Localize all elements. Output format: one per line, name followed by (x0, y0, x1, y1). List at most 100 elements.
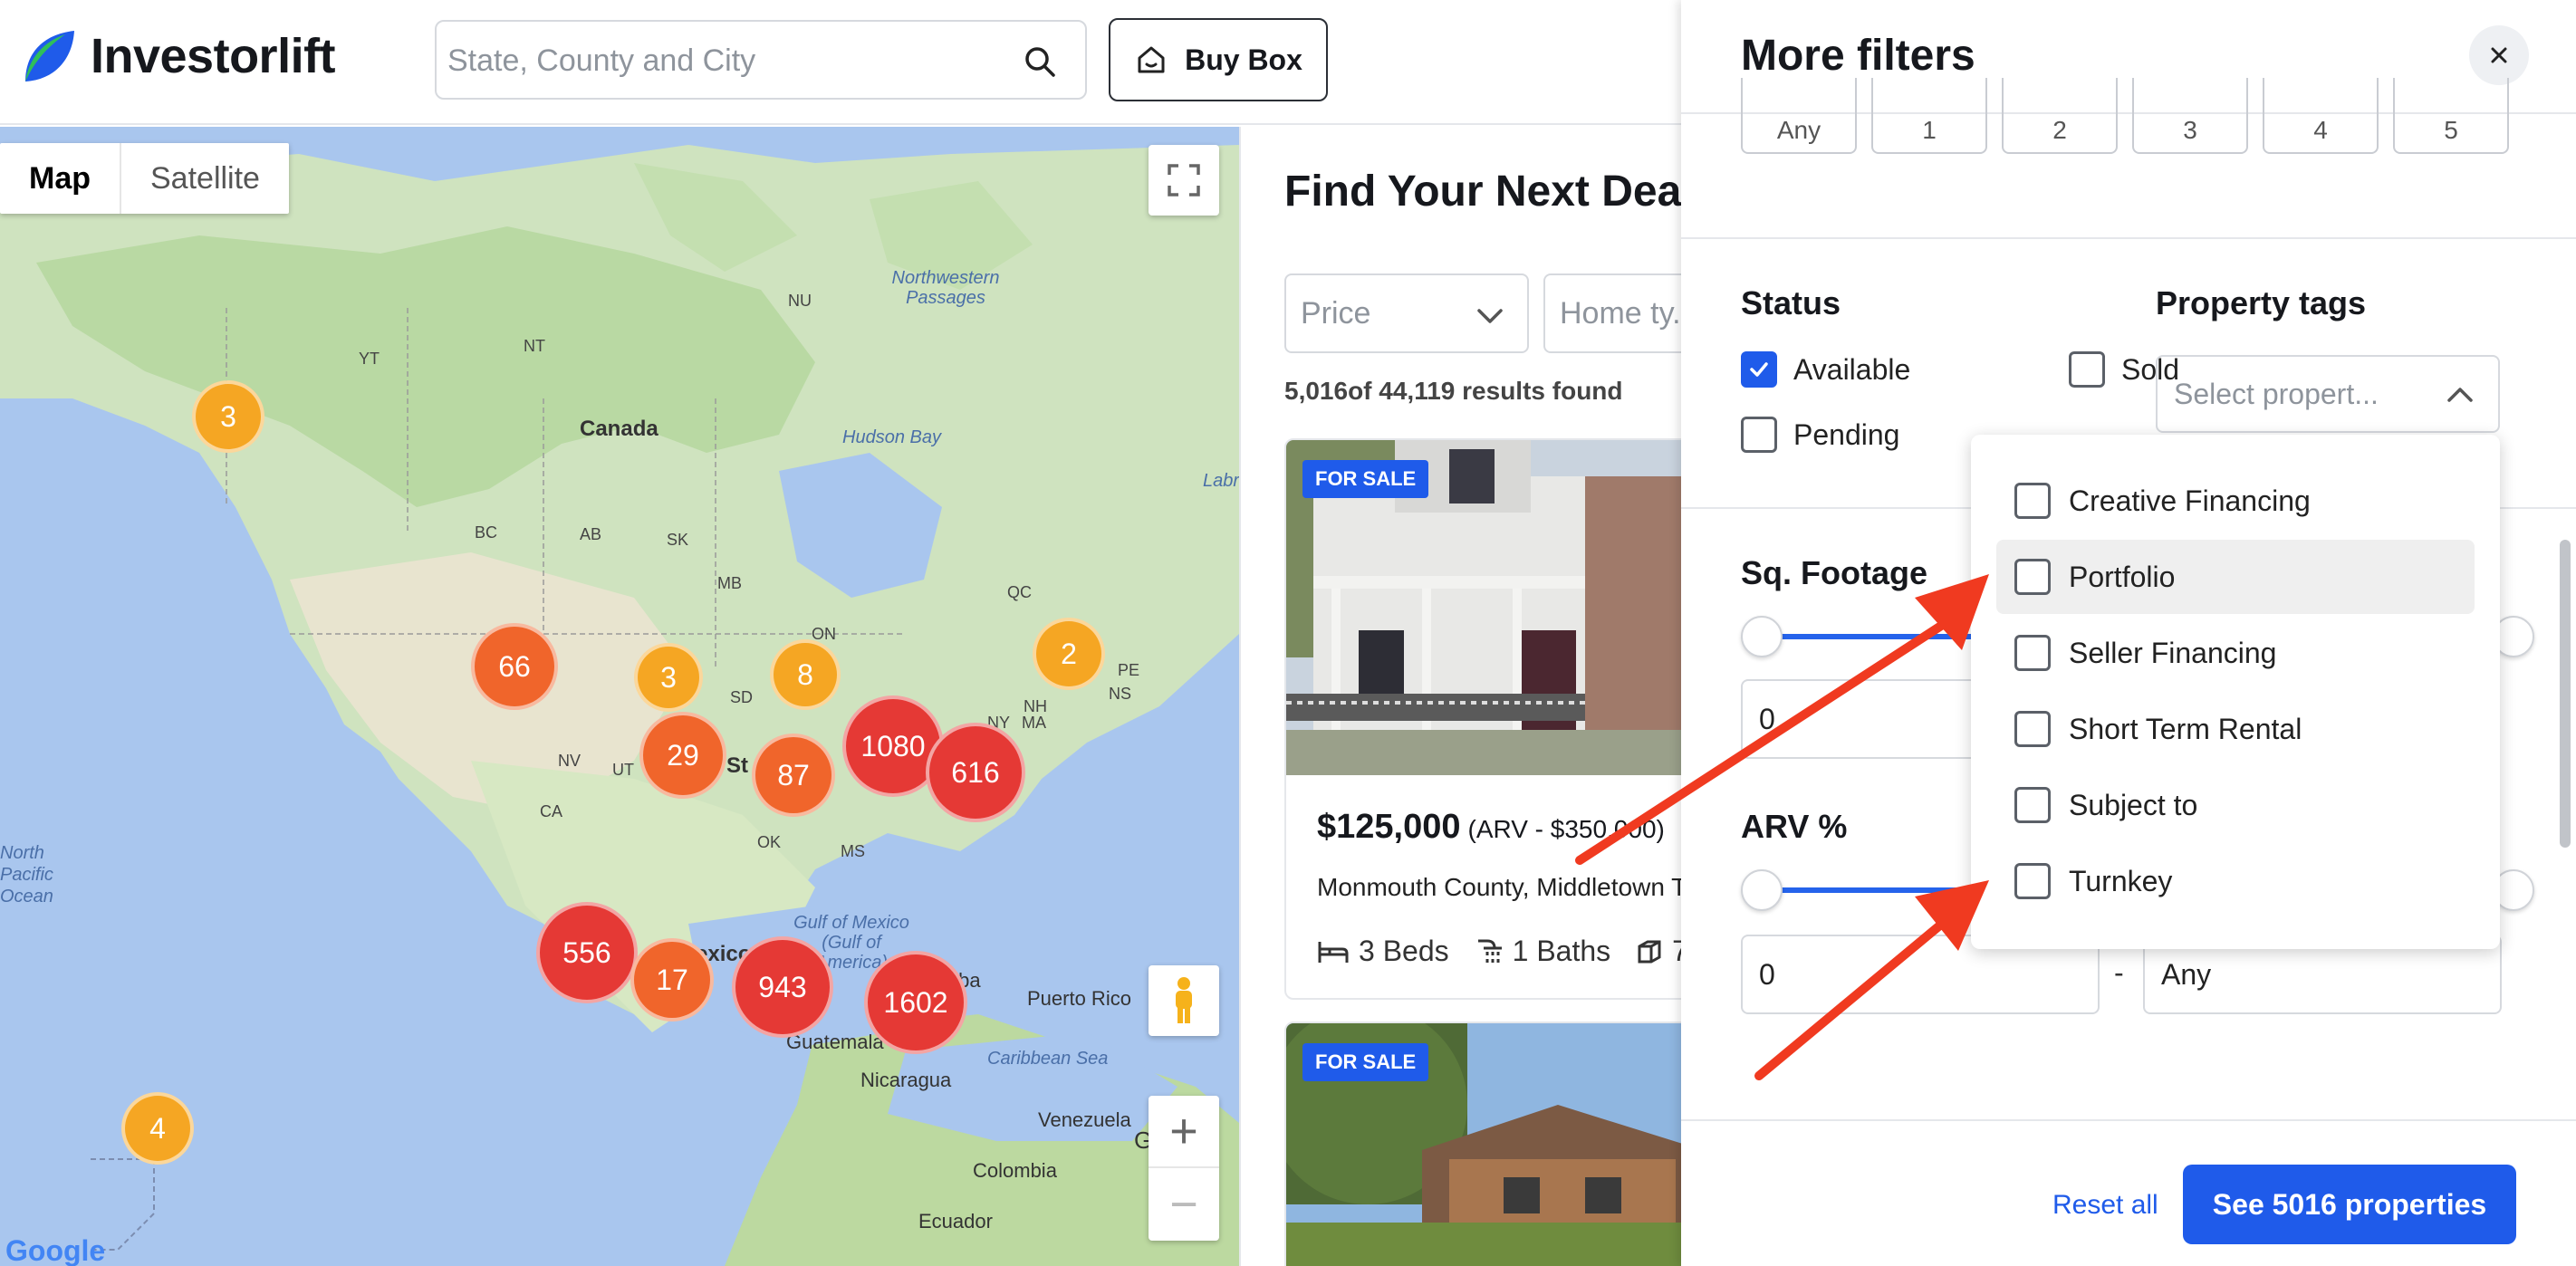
map-label-labrador: Labr (1203, 471, 1239, 491)
map-label-mb: MB (717, 574, 742, 592)
price-dropdown[interactable]: Price (1284, 273, 1529, 353)
map-label-nicaragua: Nicaragua (860, 1069, 952, 1091)
search-input[interactable] (447, 34, 1009, 87)
listing-price: $125,000 (ARV - $350,000) (1317, 808, 1665, 846)
map-cluster[interactable]: 4 (121, 1092, 194, 1165)
arv-slider-track[interactable] (1761, 887, 1996, 893)
chevron-up-icon (2447, 388, 2473, 402)
map-cluster[interactable]: 3 (192, 380, 264, 453)
map-cluster[interactable]: 616 (926, 723, 1025, 822)
map-cluster[interactable]: 3 (634, 643, 703, 712)
map-label-ca: CA (540, 802, 563, 820)
cube-icon (1638, 940, 1661, 963)
bed-option[interactable]: Any (1741, 78, 1857, 154)
checkbox[interactable] (2014, 787, 2051, 823)
buy-box-button[interactable]: Buy Box (1109, 18, 1328, 101)
tag-option-creative-financing[interactable]: Creative Financing (1996, 464, 2475, 538)
close-icon (2491, 47, 2507, 63)
location-search[interactable] (435, 20, 1087, 100)
checkbox-checked[interactable] (1741, 351, 1777, 388)
shower-icon (1477, 939, 1502, 963)
status-pending-checkbox[interactable]: Pending (1741, 417, 1899, 453)
status-available-label: Available (1793, 352, 1911, 386)
map-cluster[interactable]: 66 (471, 623, 558, 710)
sq-footage-slider-track[interactable] (1761, 634, 1996, 639)
map-label-ms: MS (841, 842, 865, 860)
tab-satellite[interactable]: Satellite (121, 143, 289, 214)
map-type-tabs: Map Satellite (0, 143, 289, 214)
listings-panel: Find Your Next Dea Price Home ty. 5,016o… (1239, 127, 1681, 1266)
fullscreen-button[interactable] (1149, 145, 1219, 216)
property-tags-title: Property tags (2156, 284, 2367, 321)
leaf-logo-icon (25, 31, 74, 82)
close-button[interactable] (2469, 25, 2529, 85)
map-terrain (0, 145, 1239, 1266)
map-cluster[interactable]: 17 (630, 938, 714, 1021)
checkbox[interactable] (1741, 417, 1777, 453)
map-label-puerto-rico: Puerto Rico (1027, 987, 1131, 1010)
street-view-button[interactable] (1149, 965, 1219, 1036)
reset-all-link[interactable]: Reset all (2052, 1190, 2158, 1221)
home-type-dropdown-label: Home ty. (1560, 295, 1681, 331)
tag-option-portfolio[interactable]: Portfolio (1996, 540, 2475, 614)
map-cluster[interactable]: 29 (639, 712, 726, 799)
map-label-sk: SK (667, 531, 689, 549)
map-label-ok: OK (757, 833, 782, 851)
tab-map[interactable]: Map (0, 143, 121, 214)
map-cluster[interactable]: 8 (770, 639, 841, 710)
checkmark-icon (1750, 362, 1768, 377)
tag-option-seller-financing[interactable]: Seller Financing (1996, 616, 2475, 690)
checkbox[interactable] (2014, 711, 2051, 747)
status-pending-label: Pending (1793, 417, 1900, 451)
map-cluster[interactable]: 1602 (864, 951, 967, 1054)
map-label-hudson-bay: Hudson Bay (842, 427, 941, 447)
map-label-sd: SD (730, 688, 754, 706)
tag-option-subject-to[interactable]: Subject to (1996, 768, 2475, 842)
property-tags-select[interactable]: Select propert... (2156, 355, 2500, 433)
bed-option[interactable]: 1 (1871, 78, 1987, 154)
property-card[interactable]: FOR SALE $125,000 (ARV - $350,000) Monmou… (1284, 438, 1681, 1000)
zoom-out-button[interactable]: − (1149, 1168, 1219, 1241)
arv-min-handle[interactable] (1741, 869, 1783, 911)
bedroom-options: Any 1 2 3 4 5 (1741, 78, 2509, 154)
zoom-in-button[interactable]: + (1149, 1096, 1219, 1168)
map-cluster[interactable]: 556 (536, 902, 638, 1003)
bed-option[interactable]: 3 (2132, 78, 2248, 154)
map-label-venezuela: Venezuela (1038, 1108, 1131, 1131)
property-tags-menu: Creative Financing Portfolio Seller Fina… (1971, 435, 2500, 949)
panel-scrollbar[interactable] (2560, 540, 2571, 848)
bed-option[interactable]: 2 (2002, 78, 2118, 154)
arv-percent-title: ARV % (1741, 808, 1848, 845)
map-cluster[interactable]: 2 (1033, 618, 1105, 690)
map-cluster[interactable]: 943 (732, 936, 833, 1038)
map-label-nt: NT (524, 337, 545, 355)
checkbox[interactable] (2014, 483, 2051, 519)
map-label-yt: YT (359, 350, 380, 368)
map-cluster[interactable]: 87 (752, 734, 835, 817)
tag-option-turnkey[interactable]: Turnkey (1996, 844, 2475, 918)
property-card[interactable]: FOR SALE (1284, 1021, 1681, 1266)
checkbox[interactable] (2014, 559, 2051, 595)
brand-logo[interactable]: Investorlift (20, 27, 336, 85)
home-type-dropdown[interactable]: Home ty. (1543, 273, 1681, 353)
checkbox[interactable] (2069, 351, 2105, 388)
search-icon[interactable] (1022, 43, 1058, 80)
property-map[interactable]: Map Satellite Canada Mexico Hudson Bay N… (0, 127, 1239, 1266)
checkbox[interactable] (2014, 635, 2051, 671)
map-label-north-pacific: North Pacific Ocean (0, 843, 53, 906)
bed-option[interactable]: 5 (2393, 78, 2509, 154)
tag-option-short-term-rental[interactable]: Short Term Rental (1996, 692, 2475, 766)
map-label-bc: BC (475, 523, 498, 542)
status-available-checkbox[interactable]: Available (1741, 351, 1910, 388)
price-dropdown-label: Price (1301, 295, 1371, 331)
bed-option[interactable]: 4 (2263, 78, 2379, 154)
see-properties-button[interactable]: See 5016 properties (2183, 1165, 2516, 1244)
map-label-ab: AB (580, 525, 602, 543)
checkbox[interactable] (2014, 863, 2051, 899)
beds-spec: 3 Beds (1317, 935, 1449, 968)
brand-name: Investorlift (91, 29, 336, 83)
map-label-colombia: Colombia (973, 1159, 1057, 1182)
map-label-caribbean: Caribbean Sea (987, 1049, 1109, 1069)
sq-footage-min-handle[interactable] (1741, 616, 1783, 657)
section-divider (1681, 237, 2576, 239)
